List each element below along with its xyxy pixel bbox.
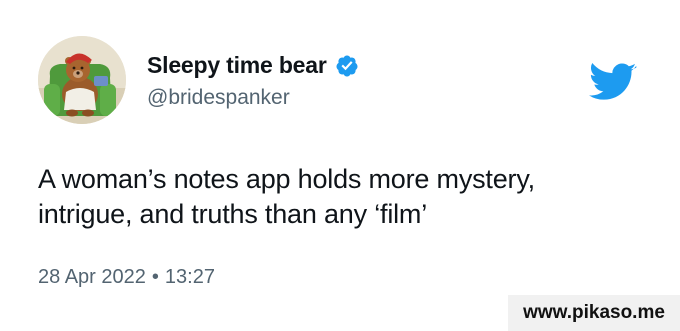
twitter-bird-icon[interactable] — [589, 63, 637, 103]
tweet-text-line: A woman’s notes app holds more mystery, — [38, 164, 535, 194]
separator-dot: • — [151, 266, 159, 288]
handle[interactable]: @bridespanker — [147, 86, 290, 110]
tweet-date: 28 Apr 2022 — [38, 266, 146, 288]
tweet-timestamp[interactable]: 28 Apr 2022 • 13:27 — [38, 266, 215, 289]
tweet-time: 13:27 — [164, 266, 215, 288]
tweet-text: A woman’s notes app holds more mystery, … — [38, 162, 648, 232]
display-name[interactable]: Sleepy time bear — [147, 52, 327, 79]
watermark: www.pikaso.me — [508, 295, 680, 331]
verified-badge-icon — [336, 55, 358, 76]
tweet-text-line: intrigue, and truths than any ‘film’ — [38, 199, 428, 229]
bear-in-armchair-avatar — [38, 36, 126, 124]
avatar[interactable] — [38, 36, 126, 124]
author-name-row: Sleepy time bear — [147, 52, 359, 79]
watermark-text: www.pikaso.me — [523, 302, 665, 323]
